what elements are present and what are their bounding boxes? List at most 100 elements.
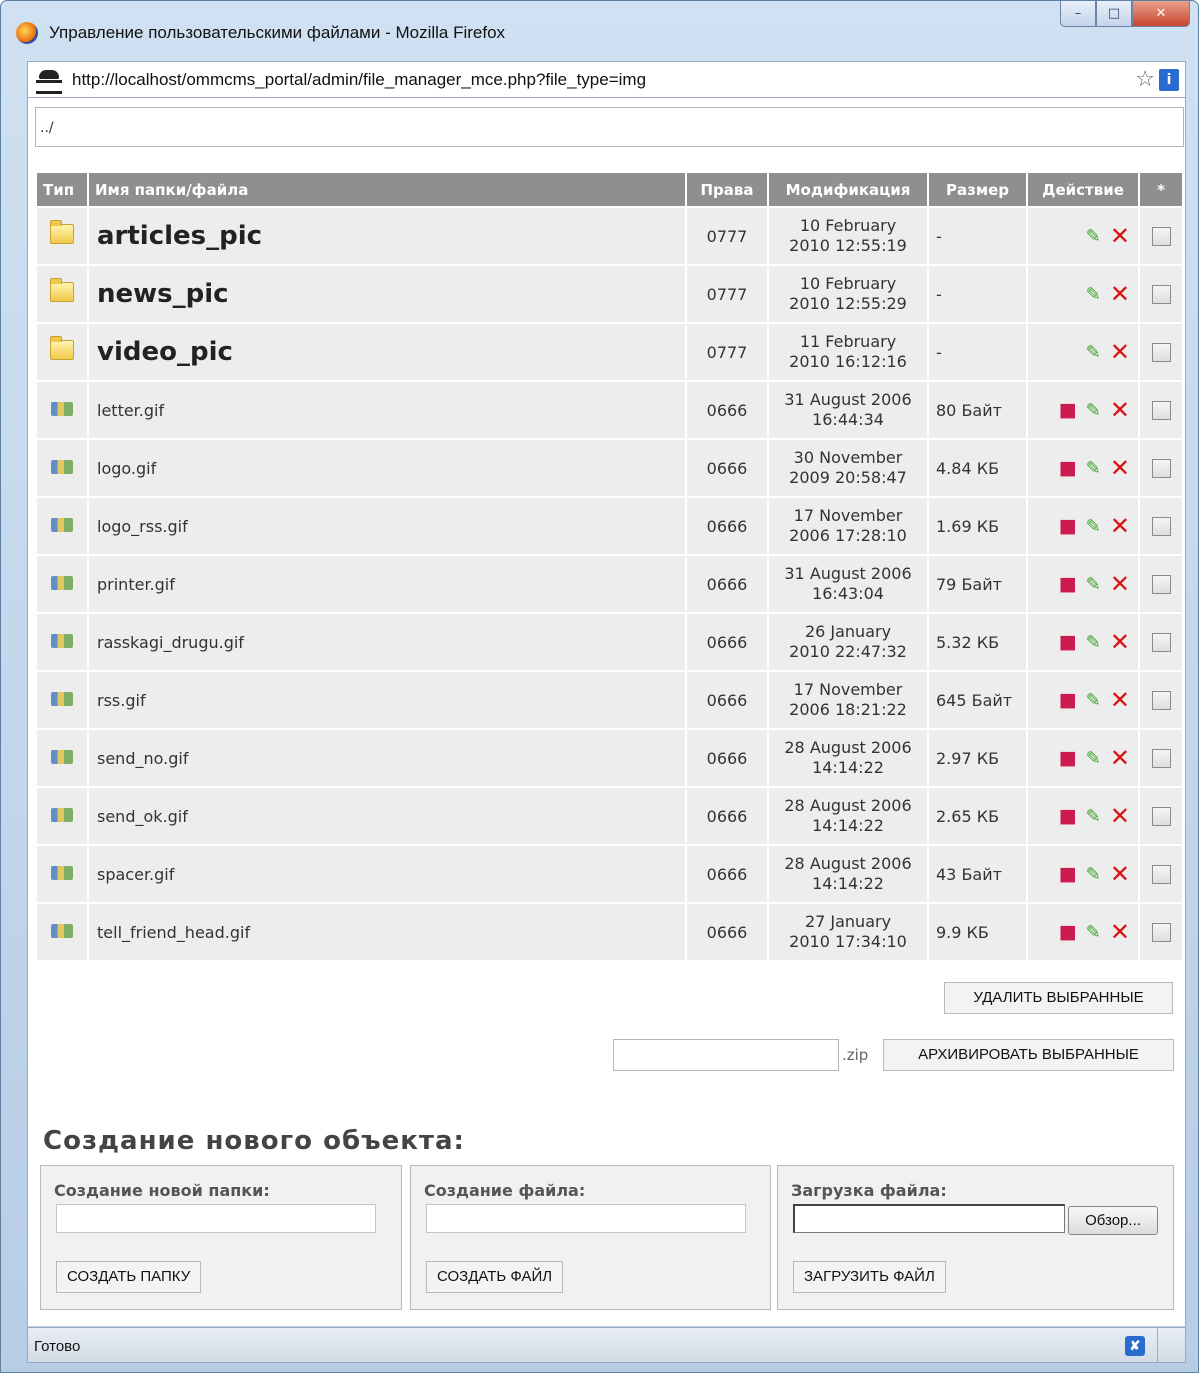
delete-icon[interactable]: ✕ bbox=[1110, 746, 1130, 770]
maximize-button[interactable]: □ bbox=[1096, 1, 1132, 27]
delete-icon[interactable]: ✕ bbox=[1110, 572, 1130, 596]
info-icon[interactable]: i bbox=[1159, 69, 1179, 91]
delete-icon[interactable]: ✕ bbox=[1110, 804, 1130, 828]
upload-file-label: Загрузка файла: bbox=[791, 1181, 947, 1200]
address-bar[interactable]: http://localhost/ommcms_portal/admin/fil… bbox=[27, 61, 1186, 98]
rename-icon[interactable]: ✎ bbox=[1086, 284, 1101, 305]
download-icon[interactable] bbox=[1059, 749, 1077, 767]
archive-selected-button[interactable]: АРХИВИРОВАТЬ ВЫБРАННЫЕ bbox=[883, 1039, 1174, 1071]
delete-icon[interactable]: ✕ bbox=[1110, 224, 1130, 248]
delete-icon[interactable]: ✕ bbox=[1110, 398, 1130, 422]
rename-icon[interactable]: ✎ bbox=[1086, 574, 1101, 595]
select-checkbox[interactable] bbox=[1151, 227, 1171, 246]
download-icon[interactable] bbox=[1059, 575, 1077, 593]
select-checkbox[interactable] bbox=[1151, 575, 1171, 594]
select-checkbox[interactable] bbox=[1151, 343, 1171, 362]
resize-grip[interactable] bbox=[1157, 1328, 1185, 1362]
delete-icon[interactable]: ✕ bbox=[1110, 456, 1130, 480]
create-folder-button[interactable]: СОЗДАТЬ ПАПКУ bbox=[56, 1261, 202, 1293]
permissions-cell: 0666 bbox=[687, 382, 767, 438]
select-checkbox[interactable] bbox=[1151, 923, 1171, 942]
rename-icon[interactable]: ✎ bbox=[1086, 922, 1101, 943]
download-icon[interactable] bbox=[1059, 517, 1077, 535]
select-checkbox[interactable] bbox=[1151, 401, 1171, 420]
file-name-link[interactable]: logo.gif bbox=[89, 440, 685, 496]
file-table: Тип Имя папки/файла Права Модификация Ра… bbox=[35, 171, 1184, 962]
delete-icon[interactable]: ✕ bbox=[1110, 688, 1130, 712]
rename-icon[interactable]: ✎ bbox=[1086, 458, 1101, 479]
folder-name-link[interactable]: news_pic bbox=[89, 266, 685, 322]
delete-icon[interactable]: ✕ bbox=[1110, 630, 1130, 654]
select-checkbox[interactable] bbox=[1151, 459, 1171, 478]
select-checkbox[interactable] bbox=[1151, 807, 1171, 826]
rename-icon[interactable]: ✎ bbox=[1086, 864, 1101, 885]
select-checkbox[interactable] bbox=[1151, 865, 1171, 884]
modified-line-1: 27 January bbox=[804, 912, 892, 931]
bookmark-star-icon[interactable]: ☆ bbox=[1135, 67, 1155, 92]
modified-line-1: 28 August 2006 bbox=[784, 738, 912, 757]
delete-icon[interactable]: ✕ bbox=[1110, 920, 1130, 944]
browse-button[interactable]: Обзор... bbox=[1068, 1206, 1158, 1235]
modified-line-1: 30 November bbox=[793, 448, 903, 467]
file-name-link[interactable]: send_no.gif bbox=[89, 730, 685, 786]
download-icon[interactable] bbox=[1059, 807, 1077, 825]
create-file-button[interactable]: СОЗДАТЬ ФАЙЛ bbox=[426, 1261, 564, 1293]
select-checkbox[interactable] bbox=[1151, 691, 1171, 710]
file-name-link[interactable]: send_ok.gif bbox=[89, 788, 685, 844]
modified-line-2: 2009 20:58:47 bbox=[789, 468, 907, 487]
folder-name-link[interactable]: video_pic bbox=[89, 324, 685, 380]
delete-icon[interactable]: ✕ bbox=[1110, 340, 1130, 364]
file-name-link[interactable]: printer.gif bbox=[89, 556, 685, 612]
file-name-link[interactable]: letter.gif bbox=[89, 382, 685, 438]
url-text: http://localhost/ommcms_portal/admin/fil… bbox=[72, 69, 647, 89]
delete-icon[interactable]: ✕ bbox=[1110, 514, 1130, 538]
file-name-link[interactable]: logo_rss.gif bbox=[89, 498, 685, 554]
download-icon[interactable] bbox=[1059, 923, 1077, 941]
upload-file-button[interactable]: ЗАГРУЗИТЬ ФАЙЛ bbox=[793, 1261, 946, 1293]
download-icon[interactable] bbox=[1059, 691, 1077, 709]
action-cell: ✎✕ bbox=[1028, 614, 1138, 670]
download-icon[interactable] bbox=[1059, 633, 1077, 651]
action-cell: ✎✕ bbox=[1028, 440, 1138, 496]
size-cell: 79 Байт bbox=[929, 556, 1026, 612]
rename-icon[interactable]: ✎ bbox=[1086, 690, 1101, 711]
select-checkbox[interactable] bbox=[1151, 633, 1171, 652]
file-name-input[interactable] bbox=[426, 1204, 746, 1233]
delete-icon[interactable]: ✕ bbox=[1110, 282, 1130, 306]
rename-icon[interactable]: ✎ bbox=[1086, 748, 1101, 769]
rename-icon[interactable]: ✎ bbox=[1086, 516, 1101, 537]
rename-icon[interactable]: ✎ bbox=[1086, 400, 1101, 421]
select-checkbox[interactable] bbox=[1151, 285, 1171, 304]
modified-cell: 28 August 2006 14:14:22 bbox=[769, 730, 927, 786]
file-name-link[interactable]: tell_friend_head.gif bbox=[89, 904, 685, 960]
action-cell: ✎✕ bbox=[1028, 208, 1138, 264]
addon-icon[interactable]: ✘ bbox=[1125, 1336, 1145, 1356]
select-checkbox[interactable] bbox=[1151, 517, 1171, 536]
download-icon[interactable] bbox=[1059, 401, 1077, 419]
table-row: video_pic 0777 11 February 2010 16:12:16- ✎ ✕ bbox=[37, 324, 1182, 380]
folder-name-input[interactable] bbox=[56, 1204, 376, 1233]
download-icon[interactable] bbox=[1059, 459, 1077, 477]
site-identity-icon[interactable] bbox=[36, 69, 62, 94]
rename-icon[interactable]: ✎ bbox=[1086, 632, 1101, 653]
file-name-link[interactable]: rss.gif bbox=[89, 672, 685, 728]
upload-file-input[interactable] bbox=[793, 1204, 1065, 1233]
type-cell bbox=[37, 498, 87, 554]
size-cell: 4.84 КБ bbox=[929, 440, 1026, 496]
rename-icon[interactable]: ✎ bbox=[1086, 806, 1101, 827]
select-checkbox[interactable] bbox=[1151, 749, 1171, 768]
archive-name-input[interactable] bbox=[613, 1039, 839, 1071]
modified-line-1: 10 February bbox=[799, 274, 897, 293]
close-button[interactable]: ✕ bbox=[1132, 1, 1190, 27]
rename-icon[interactable]: ✎ bbox=[1086, 342, 1101, 363]
file-name-link[interactable]: spacer.gif bbox=[89, 846, 685, 902]
modified-cell: 31 August 2006 16:43:04 bbox=[769, 556, 927, 612]
download-icon[interactable] bbox=[1059, 865, 1077, 883]
file-name-link[interactable]: rasskagi_drugu.gif bbox=[89, 614, 685, 670]
minimize-button[interactable]: – bbox=[1060, 1, 1096, 27]
delete-icon[interactable]: ✕ bbox=[1110, 862, 1130, 886]
delete-selected-button[interactable]: УДАЛИТЬ ВЫБРАННЫЕ bbox=[944, 982, 1173, 1014]
rename-icon[interactable]: ✎ bbox=[1086, 226, 1101, 247]
modified-cell: 10 February 2010 12:55:29 bbox=[769, 266, 927, 322]
folder-name-link[interactable]: articles_pic bbox=[89, 208, 685, 264]
